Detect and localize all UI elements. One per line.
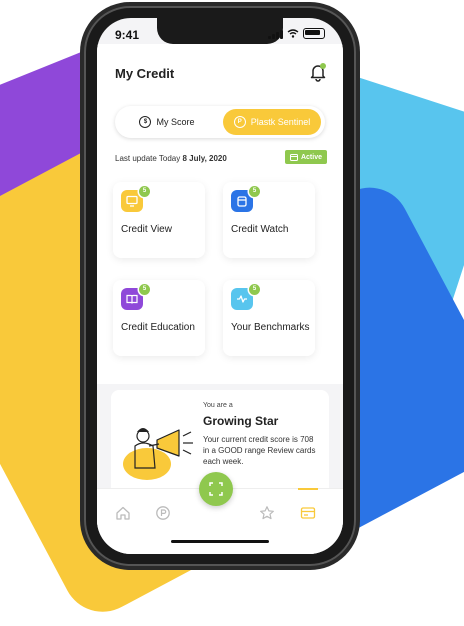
status-badge: Active bbox=[284, 150, 327, 164]
card-badge: 5 bbox=[139, 284, 150, 295]
home-icon[interactable] bbox=[115, 505, 131, 521]
card-badge: 5 bbox=[139, 186, 150, 197]
card-icon bbox=[289, 153, 298, 161]
p-icon: P bbox=[233, 116, 246, 128]
home-indicator bbox=[171, 540, 269, 543]
page-title: My Credit bbox=[115, 66, 175, 81]
last-update-date: 8 July, 2020 bbox=[182, 154, 227, 163]
phone-power-button bbox=[356, 146, 359, 208]
main-content: $ My Score P Plastk Sentinel Last update… bbox=[97, 94, 343, 384]
card-label: Your Benchmarks bbox=[231, 322, 310, 333]
card-label: Credit View bbox=[121, 224, 172, 235]
promo-eyebrow: You are a bbox=[203, 402, 233, 409]
promo-body: Your current credit score is 708 in a GO… bbox=[203, 435, 316, 466]
phone-volume-down bbox=[81, 178, 84, 220]
tab-my-score-label: My Score bbox=[156, 117, 195, 127]
notch bbox=[157, 18, 283, 44]
battery-icon bbox=[303, 28, 325, 39]
card-label: Credit Education bbox=[121, 322, 195, 333]
phone-silent-switch bbox=[81, 90, 84, 112]
tab-plastk-sentinel[interactable]: P Plastk Sentinel bbox=[223, 109, 321, 135]
header: My Credit bbox=[97, 44, 343, 94]
bell-icon[interactable] bbox=[309, 62, 327, 82]
status-icons bbox=[268, 28, 325, 39]
signal-icon bbox=[268, 29, 283, 39]
segmented-control: $ My Score P Plastk Sentinel bbox=[115, 106, 325, 138]
active-tab-indicator bbox=[298, 488, 318, 490]
scan-icon bbox=[209, 482, 223, 496]
star-icon[interactable] bbox=[259, 505, 275, 521]
card-credit-education[interactable]: 5 Credit Education bbox=[113, 280, 205, 356]
card-badge: 5 bbox=[249, 284, 260, 295]
card-label: Credit Watch bbox=[231, 224, 289, 235]
card-credit-view[interactable]: 5 Credit View bbox=[113, 182, 205, 258]
card-your-benchmarks[interactable]: 5 Your Benchmarks bbox=[223, 280, 315, 356]
last-update-prefix: Last update Today bbox=[115, 154, 181, 163]
card-tab-icon[interactable] bbox=[300, 505, 316, 521]
phone-frame: 9:41 My Credit $ My Score P Plastk Senti… bbox=[81, 6, 359, 566]
dollar-icon: $ bbox=[139, 116, 152, 128]
card-credit-watch[interactable]: 5 Credit Watch bbox=[223, 182, 315, 258]
status-badge-label: Active bbox=[300, 153, 322, 161]
promo-title: Growing Star bbox=[203, 414, 279, 428]
scan-button[interactable] bbox=[199, 472, 233, 506]
tab-plastk-sentinel-label: Plastk Sentinel bbox=[250, 117, 311, 127]
status-time: 9:41 bbox=[115, 28, 140, 42]
plastk-icon[interactable] bbox=[155, 505, 171, 521]
phone-screen: 9:41 My Credit $ My Score P Plastk Senti… bbox=[97, 18, 343, 554]
megaphone-illustration bbox=[123, 428, 193, 480]
tab-my-score[interactable]: $ My Score bbox=[119, 109, 215, 135]
phone-volume-up bbox=[81, 128, 84, 170]
last-update: Last update Today 8 July, 2020 bbox=[115, 154, 227, 163]
card-badge: 5 bbox=[249, 186, 260, 197]
wifi-icon bbox=[287, 29, 299, 38]
